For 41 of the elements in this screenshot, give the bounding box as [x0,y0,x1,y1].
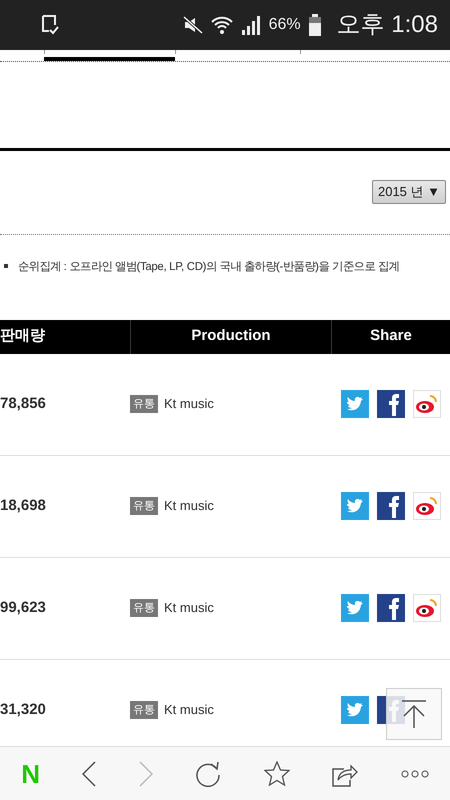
reload-icon[interactable] [195,760,222,786]
weibo-icon[interactable] [413,492,441,520]
production-name: Kt music [164,395,214,414]
distribution-tag: 유통 [130,700,158,720]
battery-icon [308,14,321,36]
clock-text: 오후 1:08 [336,10,438,40]
sales-value: 99,623 [0,599,46,616]
twitter-icon[interactable] [341,390,369,418]
distribution-tag: 유통 [130,496,158,516]
scroll-to-top-button[interactable] [386,688,442,740]
star-icon[interactable] [264,760,290,786]
mute-icon [182,16,203,34]
arrow-up-icon [401,699,427,729]
sales-value: 78,856 [0,395,46,412]
signal-icon [240,15,261,35]
facebook-icon[interactable] [377,492,405,520]
production-name: Kt music [164,701,214,720]
sales-value: 31,320 [0,701,46,718]
weibo-icon[interactable] [413,390,441,418]
twitter-icon[interactable] [341,492,369,520]
distribution-tag: 유통 [130,394,158,414]
production-name: Kt music [164,497,214,516]
wifi-icon [210,15,233,35]
weibo-icon[interactable] [413,594,441,622]
more-icon[interactable] [400,770,429,778]
year-select[interactable]: 2015 년 ▼ [372,180,446,204]
facebook-icon[interactable] [377,390,405,418]
battery-percent: 66% [268,15,301,35]
bullet-icon [4,264,8,268]
note-text: 순위집계 : 오프라인 앨범(Tape, LP, CD)의 국내 출하량(-반품량)을 기준으로 집계 [17,260,400,275]
twitter-icon[interactable] [341,594,369,622]
back-icon[interactable] [82,760,96,786]
screenshot-notification-icon [40,14,60,36]
facebook-icon[interactable] [377,594,405,622]
sales-value: 18,698 [0,497,46,514]
twitter-icon[interactable] [341,696,369,724]
column-header: Production [191,326,271,346]
column-header: 판매량 [0,326,45,346]
production-name: Kt music [164,599,214,618]
column-header: Share [370,326,412,346]
distribution-tag: 유통 [130,598,158,618]
